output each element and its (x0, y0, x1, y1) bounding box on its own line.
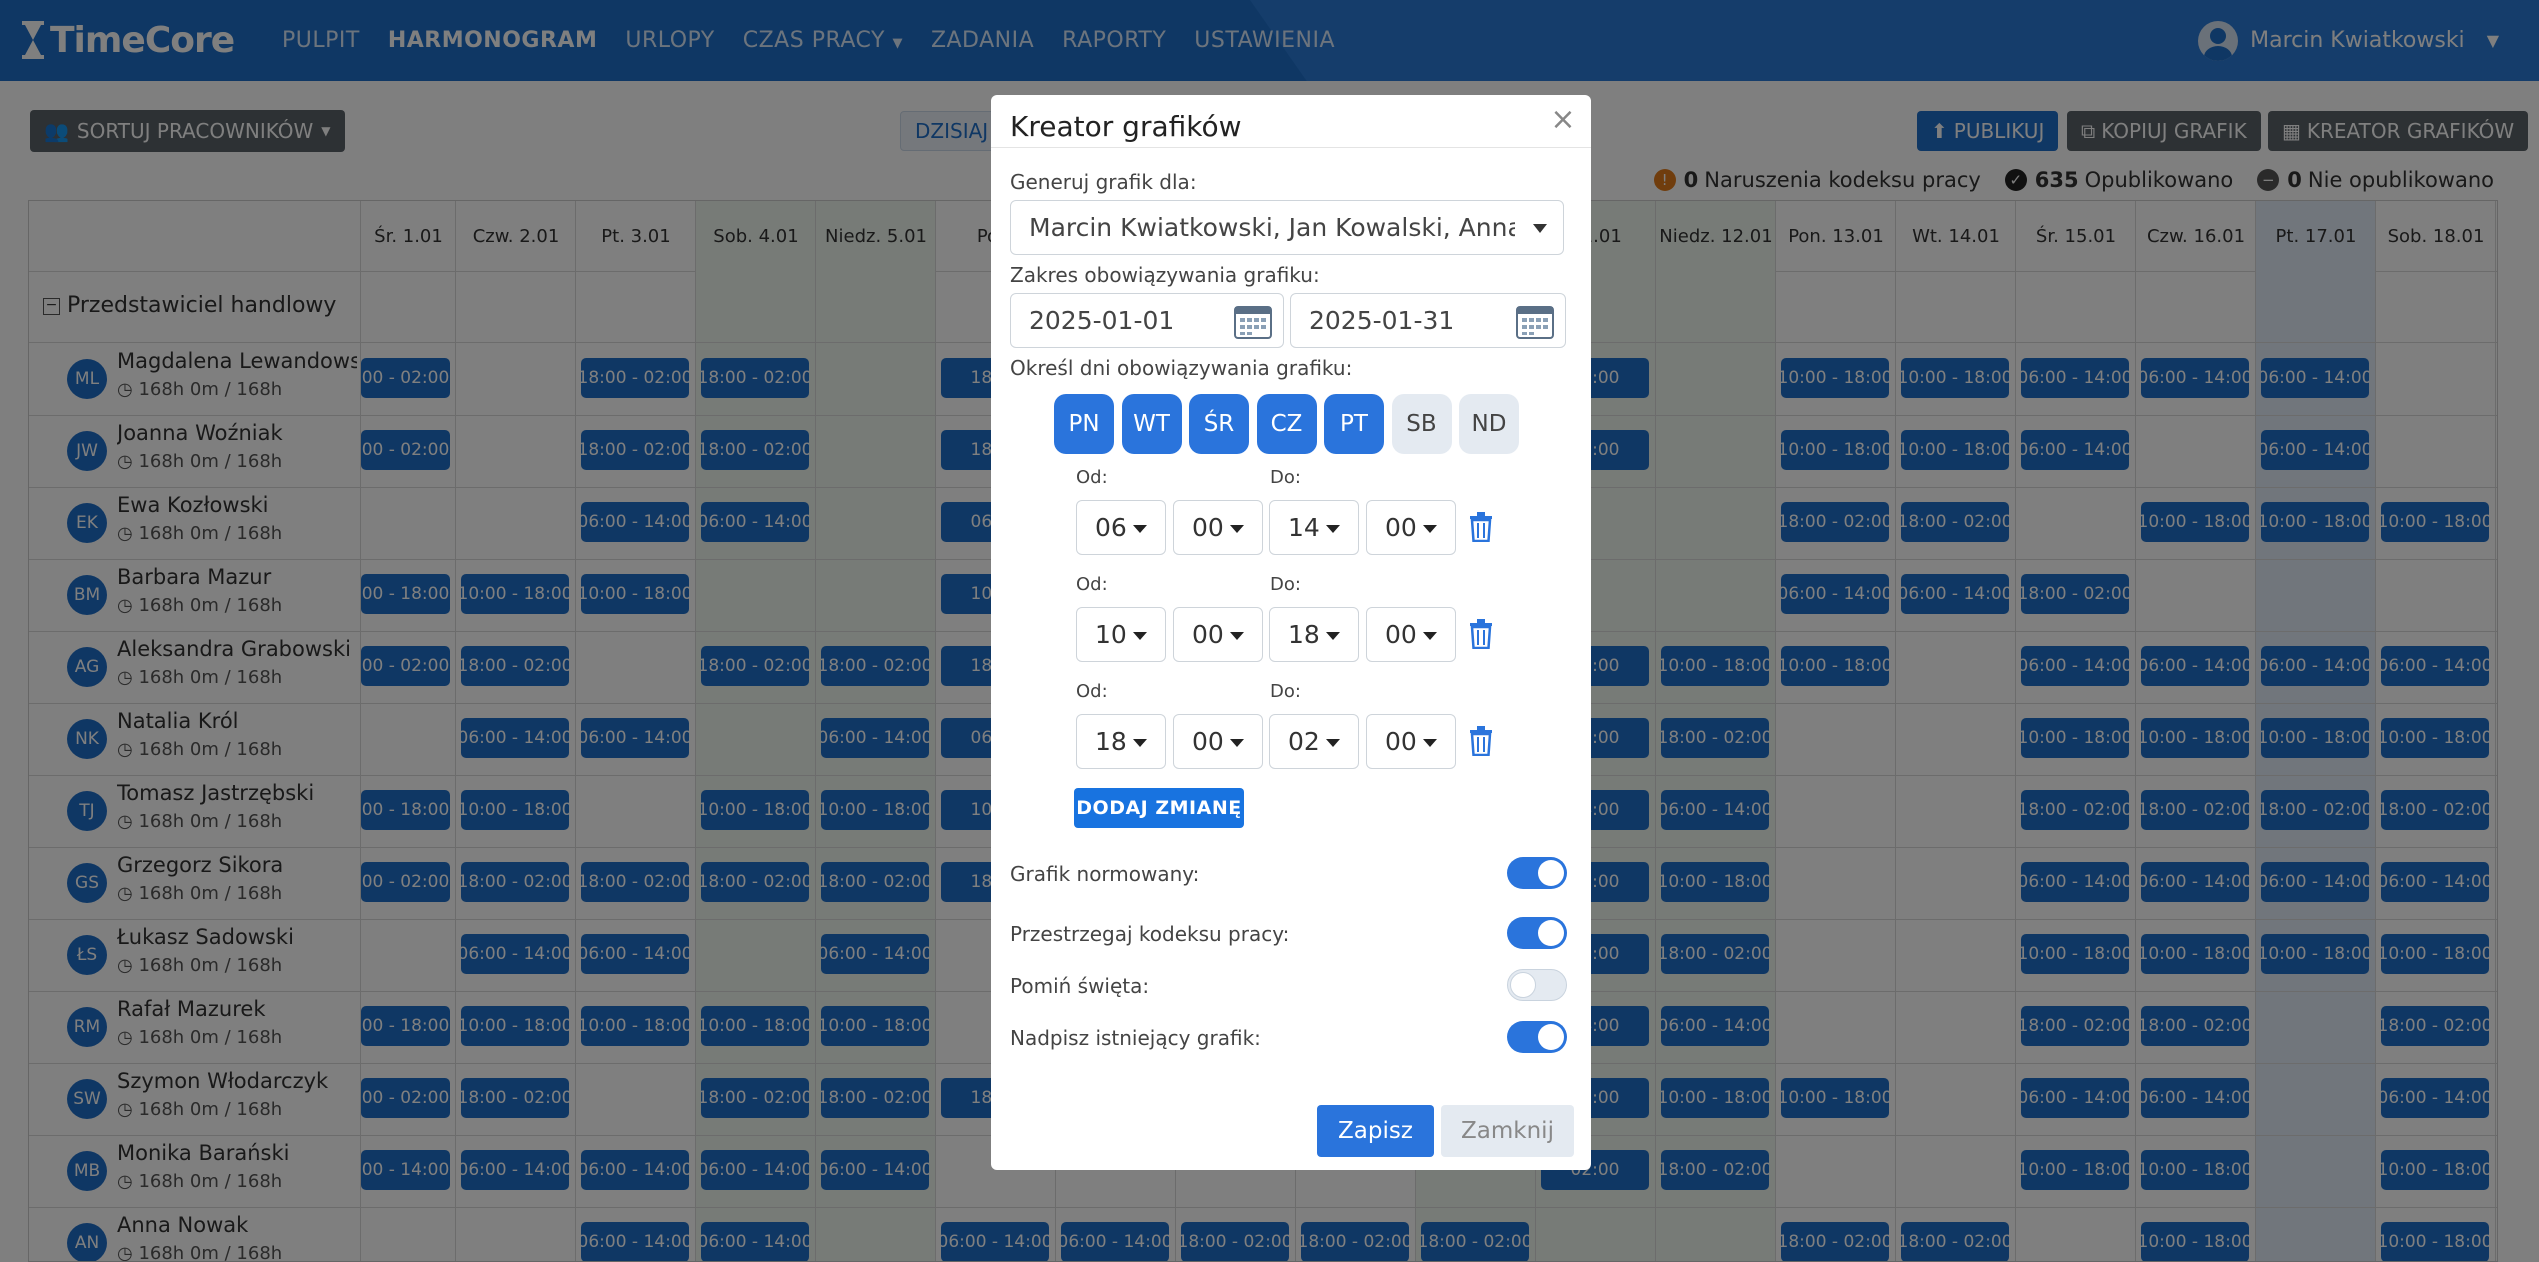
shift-time-value: 00 (1385, 513, 1417, 542)
caret-down-icon (1230, 739, 1244, 747)
caret-down-icon (1133, 525, 1147, 533)
trash-icon[interactable] (1469, 619, 1493, 649)
caret-down-icon (1423, 632, 1437, 640)
caret-down-icon (1533, 223, 1547, 233)
toggle-knob (1510, 972, 1536, 998)
weekday-toggle[interactable]: PT (1324, 394, 1384, 454)
toggle-knob (1538, 920, 1564, 946)
caret-down-icon (1133, 739, 1147, 747)
range-label: Zakres obowiązywania grafiku: (1010, 263, 1320, 287)
schedule-creator-modal: Kreator grafików × Generuj grafik dla: M… (991, 95, 1591, 1170)
date-from-value: 2025-01-01 (1029, 306, 1175, 335)
save-button[interactable]: Zapisz (1317, 1105, 1434, 1157)
shift-to-h-select[interactable]: 18 (1269, 607, 1359, 662)
caret-down-icon (1326, 525, 1340, 533)
shift-from-label: Od: (1076, 574, 1108, 595)
option-label: Przestrzegaj kodeksu pracy: (1010, 922, 1290, 946)
caret-down-icon (1326, 739, 1340, 747)
caret-down-icon (1423, 525, 1437, 533)
option-label: Nadpisz istniejący grafik: (1010, 1026, 1261, 1050)
shift-to-h-select[interactable]: 14 (1269, 500, 1359, 555)
shift-from-h-select[interactable]: 06 (1076, 500, 1166, 555)
shift-time-value: 18 (1288, 620, 1320, 649)
option-label: Pomiń święta: (1010, 974, 1150, 998)
days-label: Określ dni obowiązywania grafiku: (1010, 356, 1353, 380)
weekday-toggle[interactable]: ND (1459, 394, 1519, 454)
calendar-icon (1234, 306, 1272, 339)
shift-to-label: Do: (1270, 681, 1301, 702)
shift-from-m-select[interactable]: 00 (1173, 500, 1263, 555)
close-icon[interactable]: × (1549, 102, 1577, 137)
calendar-icon (1516, 306, 1554, 339)
caret-down-icon (1230, 632, 1244, 640)
caret-down-icon (1326, 632, 1340, 640)
shift-time-value: 10 (1095, 620, 1127, 649)
employees-select[interactable]: Marcin Kwiatkowski, Jan Kowalski, Anna N… (1010, 200, 1564, 255)
toggle-knob (1538, 1024, 1564, 1050)
shift-from-m-select[interactable]: 00 (1173, 607, 1263, 662)
shift-from-label: Od: (1076, 467, 1108, 488)
option-label: Grafik normowany: (1010, 862, 1200, 886)
shift-to-m-select[interactable]: 00 (1366, 500, 1456, 555)
close-button[interactable]: Zamknij (1441, 1105, 1574, 1157)
generate-for-label: Generuj grafik dla: (1010, 170, 1197, 194)
option-toggle[interactable] (1507, 857, 1567, 889)
shift-from-h-select[interactable]: 10 (1076, 607, 1166, 662)
shift-to-h-select[interactable]: 02 (1269, 714, 1359, 769)
weekday-toggle[interactable]: ŚR (1189, 394, 1249, 454)
shift-time-value: 00 (1192, 513, 1224, 542)
weekday-toggle[interactable]: PN (1054, 394, 1114, 454)
option-toggle[interactable] (1507, 917, 1567, 949)
option-toggle[interactable] (1507, 969, 1567, 1001)
shift-time-value: 14 (1288, 513, 1320, 542)
shift-to-m-select[interactable]: 00 (1366, 714, 1456, 769)
shift-to-m-select[interactable]: 00 (1366, 607, 1456, 662)
date-to-value: 2025-01-31 (1309, 306, 1455, 335)
shift-from-m-select[interactable]: 00 (1173, 714, 1263, 769)
modal-header-divider (991, 147, 1591, 148)
employees-select-value: Marcin Kwiatkowski, Jan Kowalski, Anna N… (1029, 213, 1515, 242)
modal-title: Kreator grafików (1010, 109, 1242, 143)
shift-time-value: 18 (1095, 727, 1127, 756)
shift-time-value: 00 (1192, 620, 1224, 649)
option-toggle[interactable] (1507, 1021, 1567, 1053)
caret-down-icon (1133, 632, 1147, 640)
shift-time-value: 06 (1095, 513, 1127, 542)
shift-time-value: 00 (1385, 727, 1417, 756)
add-shift-button[interactable]: DODAJ ZMIANĘ (1074, 788, 1244, 828)
shift-from-h-select[interactable]: 18 (1076, 714, 1166, 769)
caret-down-icon (1230, 525, 1244, 533)
trash-icon[interactable] (1469, 726, 1493, 756)
shift-time-value: 00 (1192, 727, 1224, 756)
shift-time-value: 02 (1288, 727, 1320, 756)
date-from-input[interactable]: 2025-01-01 (1010, 293, 1284, 348)
shift-to-label: Do: (1270, 574, 1301, 595)
shift-to-label: Do: (1270, 467, 1301, 488)
weekday-toggle[interactable]: WT (1121, 394, 1182, 454)
trash-icon[interactable] (1469, 512, 1493, 542)
shift-time-value: 00 (1385, 620, 1417, 649)
shift-from-label: Od: (1076, 681, 1108, 702)
weekday-toggle[interactable]: CZ (1256, 394, 1317, 454)
toggle-knob (1538, 860, 1564, 886)
date-to-input[interactable]: 2025-01-31 (1290, 293, 1566, 348)
weekday-toggle[interactable]: SB (1391, 394, 1452, 454)
caret-down-icon (1423, 739, 1437, 747)
